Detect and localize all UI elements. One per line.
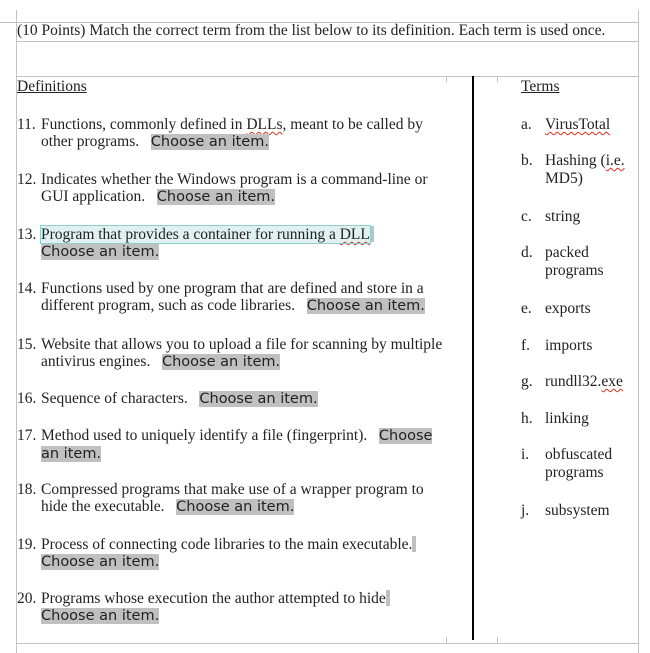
- term-text: obfuscated programs: [545, 446, 613, 481]
- definition-item: 12. Indicates whether the Windows program…: [17, 171, 447, 206]
- definition-item: 20. Programs whose execution the author a…: [17, 590, 447, 625]
- table-line-3: [16, 76, 639, 77]
- term-text: rundll32.exe: [545, 373, 623, 390]
- definition-item: 15. Website that allows you to upload a f…: [17, 336, 447, 371]
- definition-number: 12.: [17, 171, 37, 188]
- choose-item-dropdown[interactable]: Choose an item.: [161, 354, 281, 370]
- definition-number: 15.: [17, 336, 37, 353]
- term-letter: g.: [521, 373, 533, 390]
- choose-item-dropdown[interactable]: Choose an item.: [199, 391, 318, 407]
- cell-mark: [497, 637, 498, 643]
- definition-number: 14.: [17, 280, 37, 297]
- column-divider: [472, 76, 474, 640]
- choose-item-dropdown[interactable]: Choose an item.: [41, 554, 160, 570]
- term-item: b. Hashing (i.e. MD5): [521, 152, 641, 188]
- definition-number: 16.: [17, 390, 37, 407]
- instruction-text: (10 Points) Match the correct term from …: [17, 22, 606, 39]
- definitions-header: Definitions: [17, 78, 87, 95]
- terms-header: Terms: [521, 78, 560, 95]
- term-item: c. string: [521, 208, 641, 226]
- choose-item-dropdown[interactable]: Choose an item.: [306, 298, 425, 314]
- spellcheck-flagged-word: DLLs: [246, 116, 283, 133]
- term-letter: e.: [521, 300, 532, 317]
- spellcheck-flagged-word: exe: [601, 373, 623, 390]
- definition-number: 18.: [17, 481, 37, 498]
- spellcheck-flagged-word: i.e.: [605, 152, 625, 169]
- selected-text[interactable]: Program that provides a container for ru…: [40, 225, 371, 244]
- cell-mark: [446, 76, 447, 82]
- term-text: linking: [545, 410, 589, 427]
- content-control-start: [385, 590, 390, 606]
- definition-number: 17.: [17, 427, 37, 444]
- definition-text: Programs whose execution the author atte…: [41, 590, 447, 625]
- definition-number: 20.: [17, 590, 37, 607]
- term-item: j. subsystem: [521, 502, 641, 520]
- cell-mark: [446, 637, 447, 643]
- term-item: e. exports: [521, 300, 641, 318]
- term-text: Hashing (i.e. MD5): [545, 152, 625, 187]
- choose-item-dropdown[interactable]: Choose an item.: [150, 134, 269, 150]
- choose-item-dropdown[interactable]: Choose an item.: [176, 499, 295, 515]
- term-item: h. linking: [521, 410, 641, 428]
- table-line-2: [16, 41, 639, 42]
- term-text: imports: [545, 337, 593, 354]
- spellcheck-flagged-word: VirusTotal: [545, 116, 611, 133]
- choose-item-dropdown[interactable]: Choose an item.: [41, 608, 160, 624]
- definition-text: Indicates whether the Windows program is…: [41, 171, 428, 205]
- table-line-bottom: [16, 643, 639, 644]
- term-item: g. rundll32.exe: [521, 373, 641, 391]
- term-item: i. obfuscated programs: [521, 446, 641, 482]
- choose-item-dropdown[interactable]: Choose an item.: [41, 428, 433, 462]
- term-letter: a.: [521, 116, 532, 133]
- margin-guide-right: [638, 10, 639, 653]
- definition-text: Method used to uniquely identify a file …: [41, 427, 433, 462]
- definition-item: 18. Compressed programs that make use of …: [17, 481, 447, 516]
- definition-item: 16. Sequence of characters. Choose an ite…: [17, 390, 447, 408]
- definition-number: 13.: [17, 226, 37, 243]
- choose-item-dropdown[interactable]: Choose an item.: [41, 244, 160, 260]
- definition-item: 19. Process of connecting code libraries …: [17, 536, 447, 571]
- term-letter: f.: [521, 337, 531, 354]
- term-item: d. packed programs: [521, 244, 641, 280]
- definition-number: 19.: [17, 536, 37, 553]
- cell-mark: [497, 76, 498, 82]
- term-text: subsystem: [545, 502, 610, 519]
- term-letter: d.: [521, 244, 533, 261]
- choose-item-dropdown[interactable]: Choose an item.: [156, 189, 275, 205]
- term-letter: i.: [521, 446, 530, 463]
- definition-text: Compressed programs that make use of a w…: [41, 481, 424, 515]
- term-item: f. imports: [521, 337, 641, 355]
- term-item: a. VirusTotal: [521, 116, 641, 134]
- definition-item: 14. Functions used by one program that ar…: [17, 280, 447, 315]
- definition-item: 13. Program that provides a container for…: [17, 225, 447, 261]
- content-control-start: [369, 226, 374, 242]
- term-text: VirusTotal: [545, 116, 641, 134]
- definition-number: 11.: [17, 116, 36, 133]
- definition-text: Process of connecting code libraries to …: [41, 536, 447, 571]
- term-text: packed programs: [545, 244, 604, 279]
- term-letter: h.: [521, 410, 533, 427]
- term-letter: j.: [521, 502, 530, 519]
- definition-item: 11. Functions, commonly defined in DLLs, …: [17, 116, 447, 151]
- term-letter: b.: [521, 152, 533, 169]
- term-letter: c.: [521, 208, 532, 225]
- margin-guide-top: [0, 22, 16, 23]
- definition-text: Functions used by one program that are d…: [41, 280, 425, 314]
- definition-text: Functions, commonly defined in DLLs, mea…: [41, 116, 423, 150]
- term-text: exports: [545, 300, 591, 317]
- definition-text: Sequence of characters. Choose an item.: [41, 390, 318, 407]
- term-text: string: [545, 208, 581, 225]
- spellcheck-flagged-word: DLL: [339, 226, 370, 243]
- definition-text: Program that provides a container for ru…: [40, 225, 447, 261]
- definition-text: Website that allows you to upload a file…: [41, 336, 443, 370]
- content-control-start: [412, 536, 417, 552]
- definition-item: 17. Method used to uniquely identify a fi…: [17, 427, 447, 463]
